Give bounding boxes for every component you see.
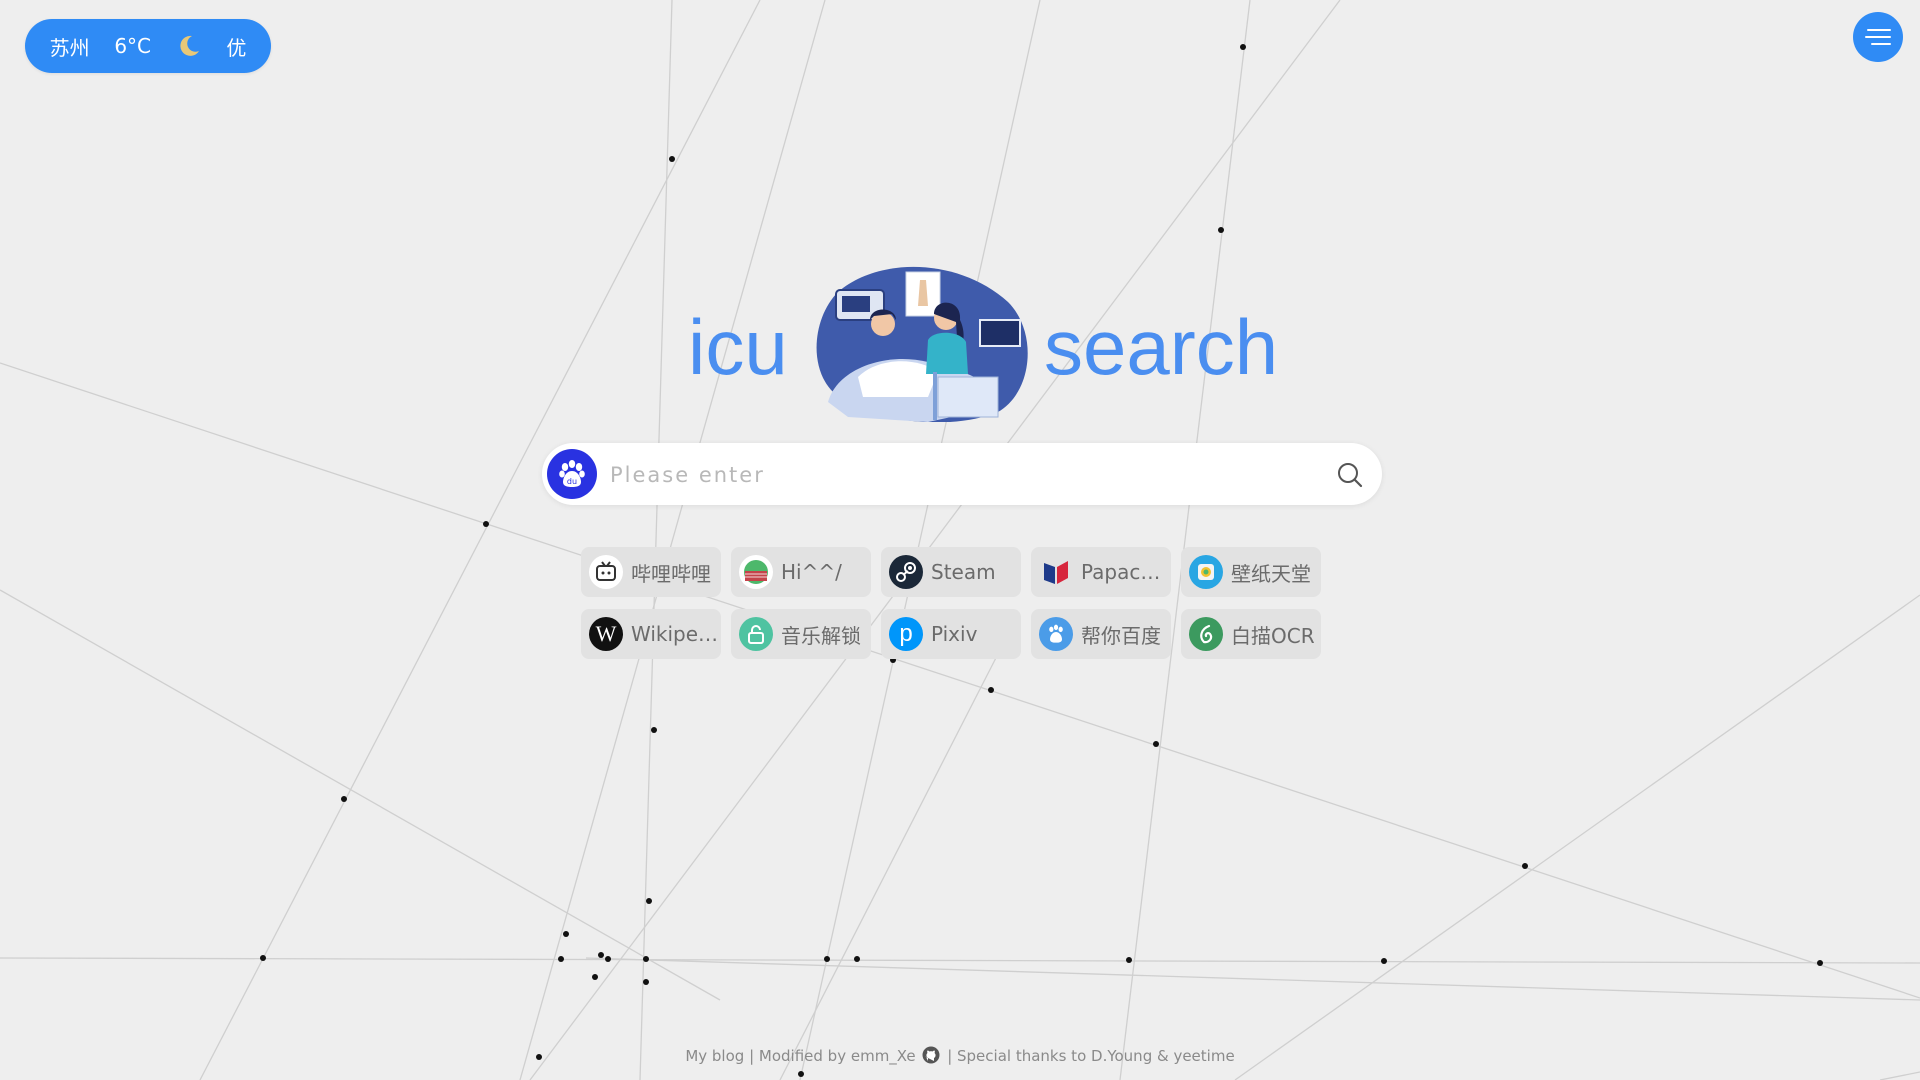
footer-thanks: Special thanks to D.Young & yeetime [957, 1047, 1235, 1065]
shortcut-label: 哔哩哔哩 [631, 561, 711, 586]
shortcut-steam[interactable]: Steam [881, 547, 1021, 597]
menu-icon [1865, 29, 1891, 45]
shortcut-label: 帮你百度 [1081, 623, 1161, 648]
shortcut-label: Pixiv [931, 622, 978, 646]
weather-temperature: 6°C [114, 34, 152, 58]
baidu-paw-icon: du [559, 460, 585, 487]
shortcut-label: Steam [931, 560, 996, 584]
menu-button[interactable] [1853, 12, 1903, 62]
shortcut-label: Hi^^/ [781, 560, 842, 584]
footer-separator: | [942, 1047, 958, 1065]
shortcut-papago[interactable]: Papaca... [1031, 547, 1171, 597]
shortcut-wallpaper[interactable]: 壁纸天堂 [1181, 547, 1321, 597]
air-quality: 优 [226, 35, 247, 60]
logo-text-right: search [1044, 303, 1279, 391]
shortcut-baimiao-ocr[interactable]: 白描OCR [1181, 609, 1321, 659]
footer-separator: | [744, 1047, 759, 1065]
search-box: du [542, 443, 1382, 505]
pixiv-icon: p [889, 617, 923, 651]
shortcut-music-unlock[interactable]: 音乐解锁 [731, 609, 871, 659]
steam-icon [889, 555, 923, 589]
shortcut-label: 音乐解锁 [781, 623, 861, 648]
wallpaper-icon [1189, 555, 1223, 589]
baidu-paw-icon [1039, 617, 1073, 651]
search-input[interactable] [608, 453, 1292, 497]
shortcut-help-baidu[interactable]: 帮你百度 [1031, 609, 1171, 659]
footer-modified-link[interactable]: Modified by emm_Xe [759, 1047, 916, 1065]
bilibili-tv-icon [589, 555, 623, 589]
search-engine-button[interactable]: du [547, 449, 597, 499]
github-icon[interactable] [922, 1046, 940, 1064]
search-icon[interactable] [1336, 461, 1364, 489]
globe-icon [739, 555, 773, 589]
footer: My blog | Modified by emm_Xe | Special t… [0, 1046, 1920, 1065]
papago-book-icon [1039, 555, 1073, 589]
shortcut-label: 白描OCR [1231, 623, 1315, 648]
background-network [0, 0, 1920, 1080]
svg-text:du: du [567, 477, 577, 486]
shortcut-bilibili[interactable]: 哔哩哔哩 [581, 547, 721, 597]
footer-blog-link[interactable]: My blog [685, 1047, 744, 1065]
logo-text-left: icu [688, 303, 788, 391]
moon-icon [176, 33, 202, 59]
baimiao-ocr-icon [1189, 617, 1223, 651]
music-unlock-icon [739, 617, 773, 651]
shortcut-label: Papaca... [1081, 560, 1171, 584]
wikipedia-icon: W [589, 617, 623, 651]
weather-widget[interactable]: 苏州 6°C 优 [25, 19, 271, 73]
shortcut-label: 壁纸天堂 [1231, 561, 1311, 586]
hospital-care-illustration [816, 266, 1028, 422]
shortcut-grid: 哔哩哔哩 Hi^^/ Steam Papaca... 壁纸天堂 W Wikipe… [581, 547, 1326, 659]
shortcut-label: Wikipedia [631, 622, 721, 646]
shortcut-hi[interactable]: Hi^^/ [731, 547, 871, 597]
weather-city: 苏州 [49, 35, 90, 60]
shortcut-pixiv[interactable]: p Pixiv [881, 609, 1021, 659]
shortcut-wikipedia[interactable]: W Wikipedia [581, 609, 721, 659]
